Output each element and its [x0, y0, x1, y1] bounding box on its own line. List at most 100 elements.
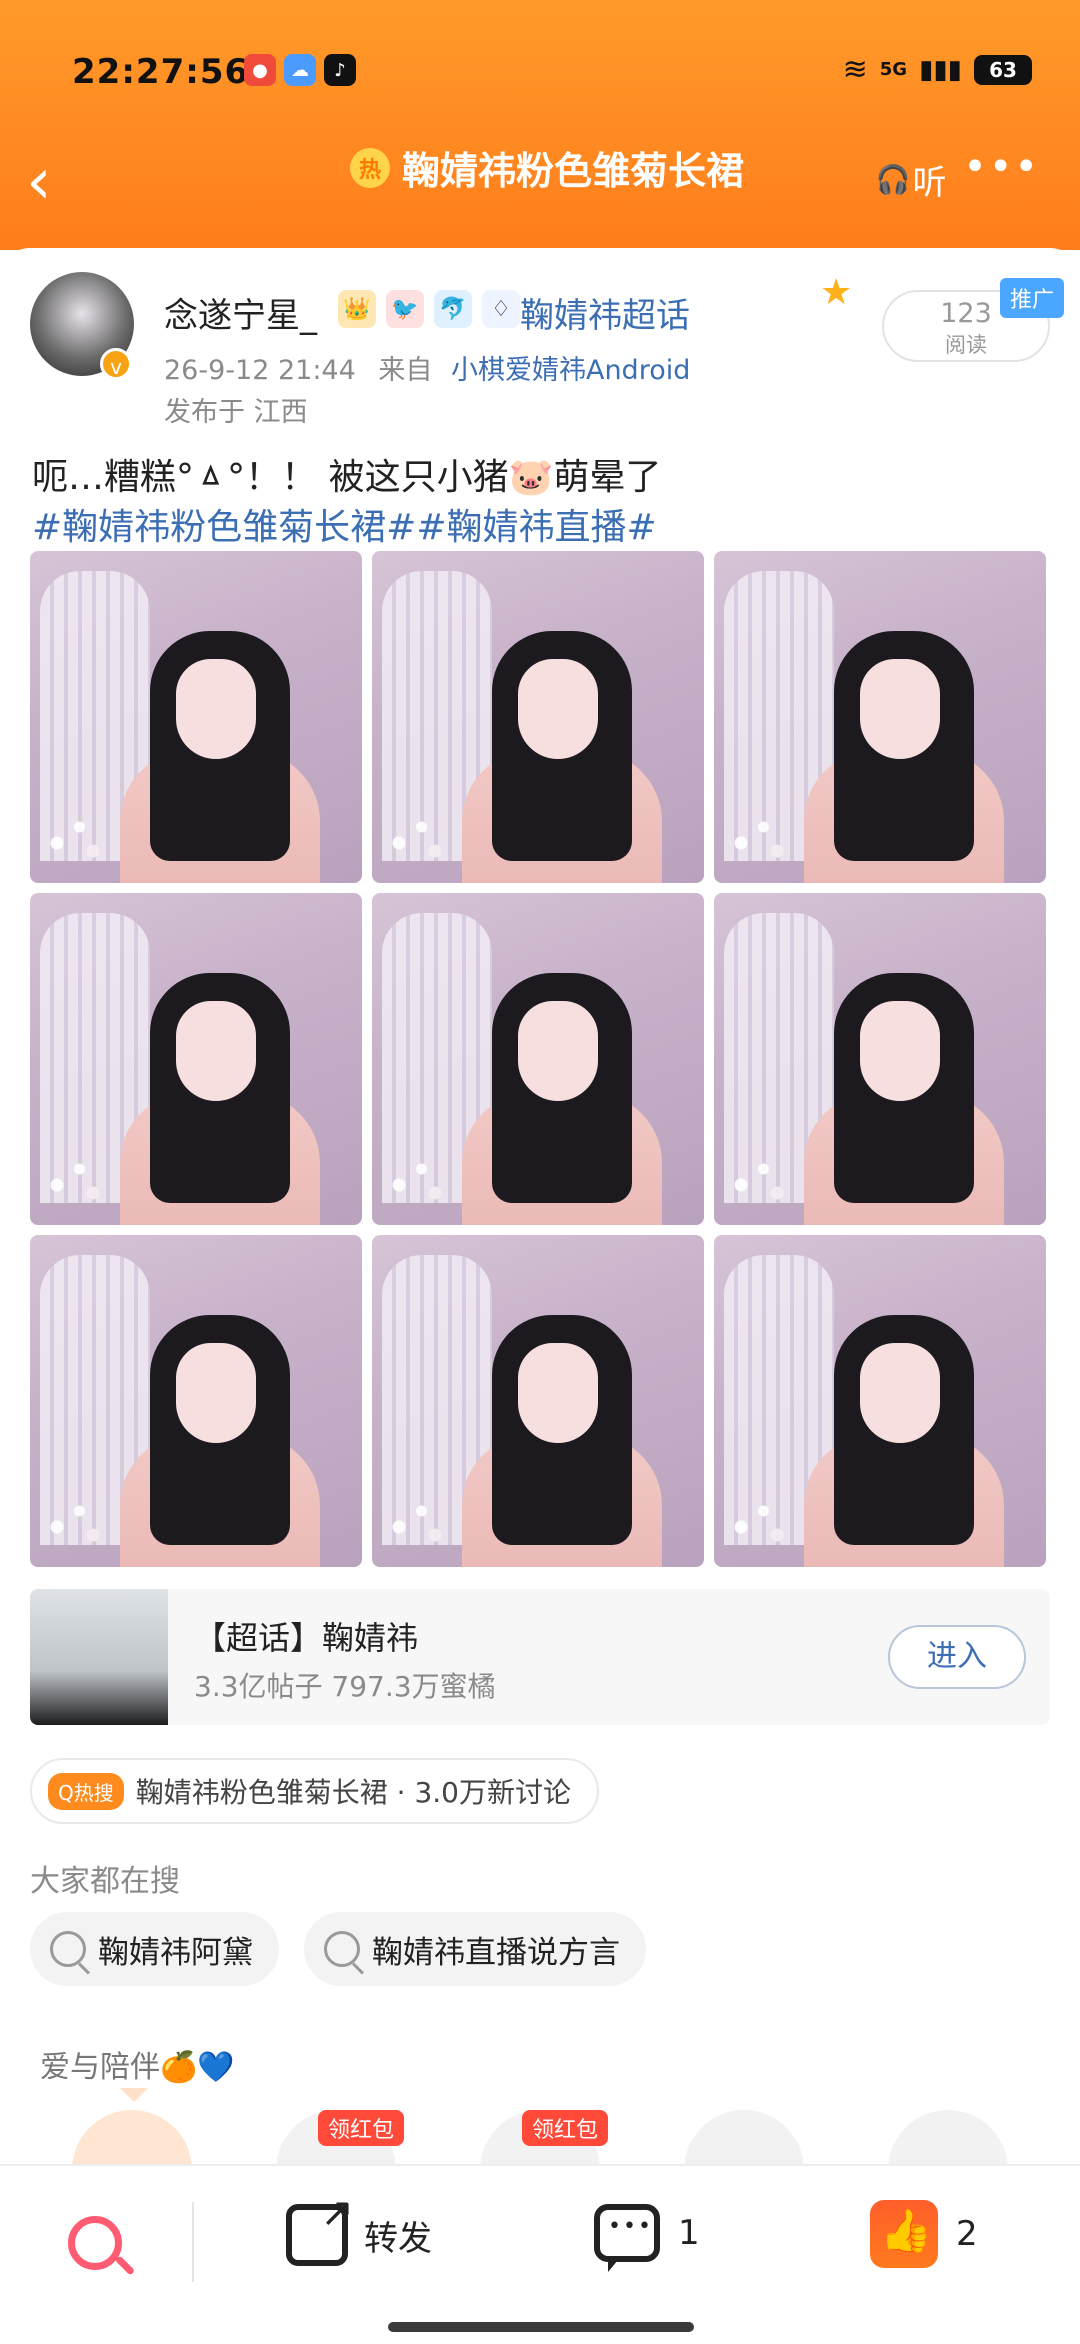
headphone-icon: 🎧	[875, 162, 911, 196]
home-indicator[interactable]	[388, 2322, 694, 2332]
photo-face	[518, 1343, 598, 1443]
user-medals: 👑 🐦 🐬 ♢	[338, 290, 520, 328]
share-label: 转发	[364, 2218, 432, 2259]
hot-search-text: 鞠婧祎粉色雏菊长裙 · 3.0万新讨论	[135, 1776, 571, 1809]
photo-face	[176, 1343, 256, 1443]
photo-2[interactable]	[372, 551, 704, 883]
status-right: ≋ 5G ▮▮▮ 63	[843, 52, 1032, 87]
photo-9[interactable]	[714, 1235, 1046, 1567]
photo-face	[518, 659, 598, 759]
thumbs-up-icon	[870, 2200, 938, 2268]
post-meta: 26-9-12 21:44 来自 小棋爱婧祎Android	[164, 348, 690, 387]
crown-medal-icon: 👑	[338, 290, 376, 328]
comment-button[interactable]: 1	[594, 2204, 700, 2272]
photo-flowers	[30, 1137, 120, 1217]
comment-icon	[594, 2204, 660, 2272]
love-section-title: 爱与陪伴🍊💙	[40, 2050, 235, 2085]
bottom-divider	[192, 2202, 194, 2282]
star-icon: ★	[820, 272, 853, 313]
photo-flowers	[30, 1479, 120, 1559]
photo-face	[860, 659, 940, 759]
search-chip-1[interactable]: 鞠婧祎阿黛	[30, 1912, 279, 1986]
tiktok-icon: ♪	[324, 54, 356, 86]
red-packet-tag-1: 领红包	[318, 2110, 405, 2146]
search-button[interactable]	[60, 2208, 136, 2282]
verified-icon: v	[100, 348, 132, 380]
post-source[interactable]: 小棋爱婧祎Android	[451, 355, 690, 386]
status-bar: 22:27:56 ● ☁ ♪ ≋ 5G ▮▮▮ 63	[0, 0, 1080, 140]
photo-6[interactable]	[714, 893, 1046, 1225]
top-nav: ‹ 热 鞠婧祎粉色雏菊长裙 🎧 听 •••	[0, 120, 1080, 240]
supertopic-link[interactable]: 鞠婧祎超话	[520, 288, 690, 337]
photo-flowers	[714, 1479, 804, 1559]
post-date: 26-9-12 21:44	[164, 355, 356, 386]
post-hashtags[interactable]: #鞠婧祎粉色雏菊长裙##鞠婧祎直播#	[32, 498, 657, 550]
bottom-action-bar: 转发 1 2	[0, 2164, 1080, 2344]
like-count: 2	[956, 2214, 978, 2254]
from-label: 来自	[378, 355, 433, 386]
photo-4[interactable]	[30, 893, 362, 1225]
search-icon-handle	[114, 2255, 136, 2276]
wifi-icon: ≋	[842, 52, 868, 87]
hot-search-tag: Q热搜	[48, 1772, 124, 1810]
photo-face	[176, 659, 256, 759]
photo-face	[860, 1343, 940, 1443]
photo-7[interactable]	[30, 1235, 362, 1567]
fish-medal-icon: 🐬	[434, 290, 472, 328]
photo-flowers	[714, 795, 804, 875]
red-packet-tag-2: 领红包	[522, 2110, 609, 2146]
post-text: 呃…糟糕°ㅿ°！！ 被这只小猪🐷萌晕了	[32, 457, 662, 498]
page-title: 鞠婧祎粉色雏菊长裙	[402, 149, 745, 193]
nav-title-wrap: 热 鞠婧祎粉色雏菊长裙	[350, 140, 744, 195]
photo-flowers	[372, 1137, 462, 1217]
status-time: 22:27:56	[72, 52, 250, 92]
photo-flowers	[714, 1137, 804, 1217]
listen-label: 听	[912, 162, 947, 203]
search-chip-label: 鞠婧祎直播说方言	[372, 1934, 620, 1971]
photo-1[interactable]	[30, 551, 362, 883]
supertopic-stats: 3.3亿帖子 797.3万蜜橘	[194, 1670, 496, 1703]
photo-flowers	[30, 795, 120, 875]
supertopic-image	[30, 1589, 168, 1725]
search-chip-label: 鞠婧祎阿黛	[98, 1934, 253, 1971]
photo-face	[518, 1001, 598, 1101]
search-icon	[324, 1931, 360, 1967]
photo-face	[176, 1001, 256, 1101]
read-label: 阅读	[945, 333, 987, 357]
back-button[interactable]: ‹	[26, 150, 86, 214]
status-app-icons: ● ☁ ♪	[244, 54, 356, 86]
diamond-medal-icon: ♢	[482, 290, 520, 328]
listen-button[interactable]: 🎧 听	[872, 144, 950, 214]
promo-badge: 推广	[1000, 278, 1065, 318]
love-pointer	[120, 2088, 148, 2102]
photo-flowers	[372, 1479, 462, 1559]
photo-flowers	[372, 795, 462, 875]
weather-icon: ☁	[284, 54, 316, 86]
like-button[interactable]: 2	[870, 2200, 978, 2268]
hot-icon: 热	[350, 147, 390, 188]
enter-button[interactable]: 进入	[888, 1625, 1026, 1689]
battery-indicator: 63	[974, 54, 1032, 85]
photo-grid	[30, 551, 1050, 1567]
bird-medal-icon: 🐦	[386, 290, 424, 328]
hot-search-pill[interactable]: Q热搜 鞠婧祎粉色雏菊长裙 · 3.0万新讨论	[30, 1758, 599, 1824]
search-chip-2[interactable]: 鞠婧祎直播说方言	[304, 1912, 646, 1986]
photo-face	[860, 1001, 940, 1101]
share-button[interactable]: 转发	[286, 2190, 432, 2266]
network-label: 5G	[879, 59, 908, 80]
signal-icon: ▮▮▮	[919, 54, 962, 85]
share-icon	[286, 2190, 354, 2266]
supertopic-card[interactable]: 【超话】鞠婧祎 3.3亿帖子 797.3万蜜橘 进入	[30, 1589, 1050, 1725]
search-section-title: 大家都在搜	[30, 1864, 180, 1899]
photo-8[interactable]	[372, 1235, 704, 1567]
more-button[interactable]: •••	[963, 144, 1040, 190]
post-location: 发布于 江西	[164, 397, 308, 428]
weibo-icon: ●	[244, 54, 276, 86]
supertopic-title: 【超话】鞠婧祎	[194, 1619, 419, 1657]
username[interactable]: 念遂宁星_	[164, 288, 317, 337]
photo-3[interactable]	[714, 551, 1046, 883]
search-icon	[50, 1931, 86, 1967]
search-icon	[68, 2216, 122, 2270]
photo-5[interactable]	[372, 893, 704, 1225]
comment-count: 1	[678, 2213, 700, 2253]
